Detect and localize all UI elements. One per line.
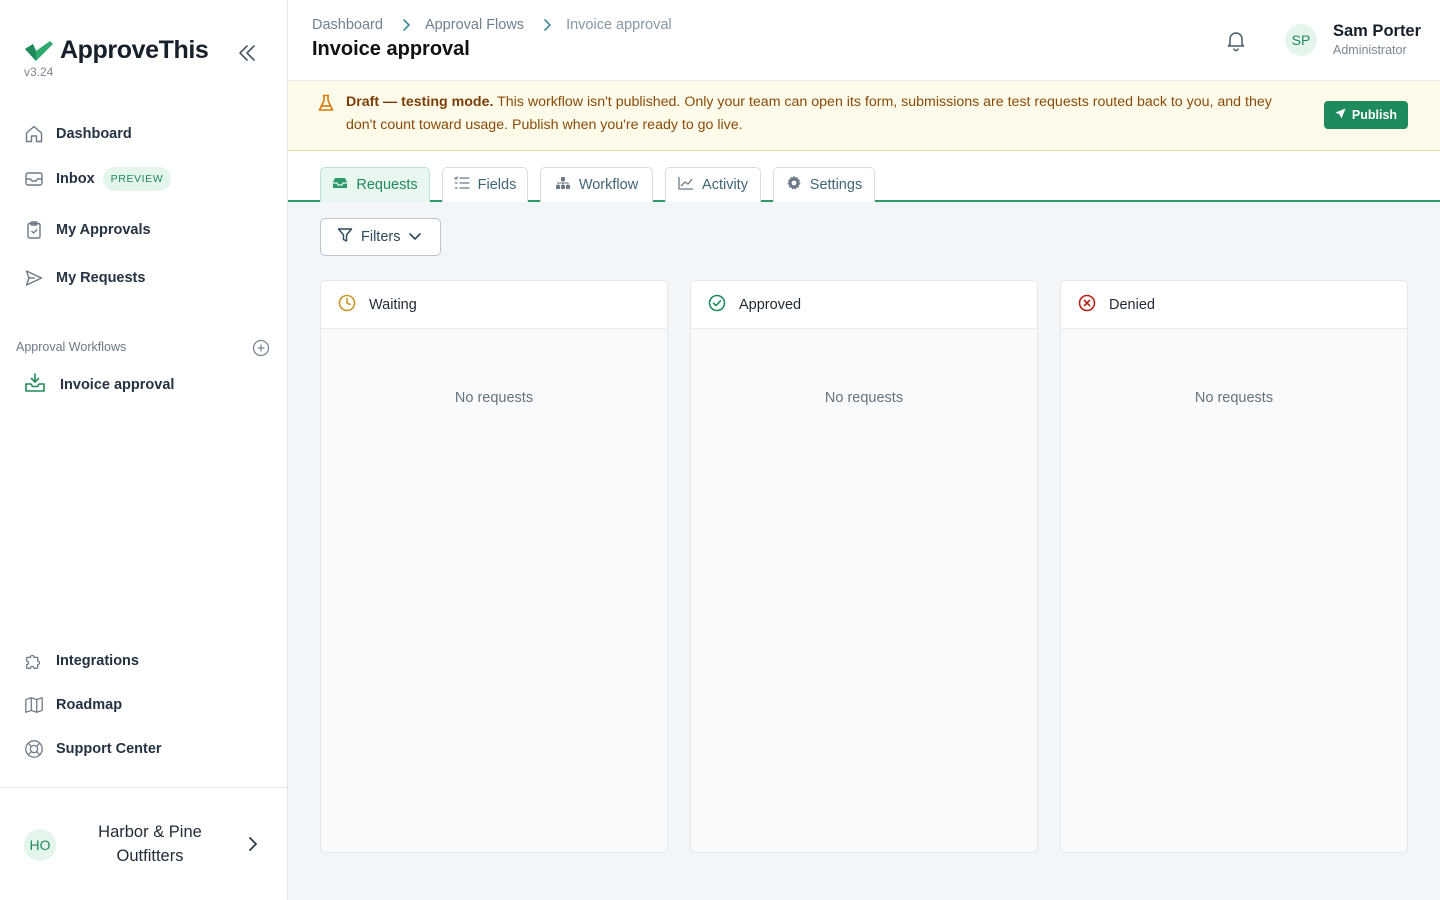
funnel-icon	[337, 227, 353, 247]
tab-label: Activity	[702, 177, 748, 193]
empty-state: No requests	[454, 390, 534, 406]
chevron-right-icon	[542, 18, 552, 32]
column-header: Approved	[691, 281, 1037, 329]
filters-button[interactable]: Filters	[320, 218, 441, 256]
add-workflow-icon[interactable]	[252, 339, 270, 357]
app-version: v3.24	[24, 65, 54, 79]
nav-roadmap[interactable]: Roadmap	[24, 695, 122, 715]
filters-label: Filters	[361, 229, 401, 245]
tab-requests[interactable]: Requests	[320, 167, 430, 202]
breadcrumb-approval-flows[interactable]: Approval Flows	[425, 17, 524, 33]
gear-icon	[786, 175, 802, 195]
preview-badge: PREVIEW	[102, 167, 172, 191]
column-title: Denied	[1109, 296, 1155, 313]
nav-integrations[interactable]: Integrations	[24, 651, 139, 671]
x-circle-icon	[1078, 294, 1096, 316]
tab-label: Settings	[809, 177, 863, 193]
send-icon	[24, 268, 44, 288]
flask-icon	[318, 94, 334, 117]
user-role: Administrator	[1333, 43, 1407, 57]
breadcrumb-current: Invoice approval	[566, 17, 672, 33]
user-name[interactable]: Sam Porter	[1333, 22, 1421, 41]
nav-label: Roadmap	[56, 697, 123, 713]
publish-button[interactable]: Publish	[1324, 101, 1408, 129]
tab-label: Fields	[477, 177, 517, 193]
approvethis-logo-icon	[24, 39, 54, 63]
brand[interactable]: ApproveThis	[24, 36, 209, 65]
nav-label: Support Center	[56, 741, 162, 757]
breadcrumb-dashboard[interactable]: Dashboard	[312, 17, 383, 33]
tab-fields[interactable]: Fields	[442, 167, 528, 202]
empty-state: No requests	[824, 390, 904, 406]
nav-label: Dashboard	[56, 126, 132, 142]
clock-icon	[338, 294, 356, 316]
nav-support-center[interactable]: Support Center	[24, 739, 162, 759]
org-name: Harbor & Pine Outfitters	[98, 823, 202, 865]
collapse-sidebar-icon[interactable]	[236, 42, 258, 64]
nav-label: My Requests	[56, 270, 146, 286]
nav-my-approvals[interactable]: My Approvals	[24, 220, 151, 240]
breadcrumb: Dashboard Approval Flows Invoice approva…	[312, 17, 672, 33]
nav-label: Inbox	[56, 171, 95, 187]
organization-switcher[interactable]: HO Harbor & Pine Outfitters	[0, 787, 287, 900]
org-avatar: HO	[24, 829, 56, 861]
tray-icon	[332, 176, 348, 194]
clipboard-check-icon	[24, 220, 44, 240]
list-checks-icon	[454, 176, 470, 194]
publish-label: Publish	[1351, 108, 1398, 122]
draft-mode-banner: Draft — testing mode. This workflow isn'…	[288, 81, 1440, 151]
sidebar: ApproveThis v3.24 Dashboard Inbox PREVIE…	[0, 0, 288, 900]
brand-name: ApproveThis	[60, 36, 209, 64]
rocket-icon	[1335, 108, 1346, 122]
user-avatar[interactable]: SP	[1285, 24, 1317, 56]
nav-inbox[interactable]: Inbox PREVIEW	[24, 167, 172, 191]
bell-icon[interactable]	[1224, 28, 1248, 52]
column-waiting: Waiting No requests	[320, 280, 668, 853]
banner-lead: Draft — testing mode.	[346, 94, 494, 110]
chevron-right-icon	[246, 836, 260, 857]
workflows-section-title: Approval Workflows	[16, 340, 127, 354]
tab-label: Workflow	[578, 177, 639, 193]
workflow-tabs: Requests Fields Workflow Activity Settin…	[288, 151, 1440, 202]
column-denied: Denied No requests	[1060, 280, 1408, 853]
nav-my-requests[interactable]: My Requests	[24, 268, 145, 288]
empty-state: No requests	[1194, 390, 1274, 406]
inbox-download-icon	[24, 372, 46, 398]
column-approved: Approved No requests	[690, 280, 1038, 853]
workflow-item-invoice-approval[interactable]: Invoice approval	[24, 372, 174, 398]
top-header: Dashboard Approval Flows Invoice approva…	[288, 0, 1440, 81]
column-title: Approved	[739, 296, 802, 313]
home-icon	[24, 124, 44, 144]
chevron-down-icon	[408, 229, 422, 245]
nav-label: Integrations	[56, 653, 139, 669]
banner-message: Draft — testing mode. This workflow isn'…	[346, 91, 1286, 137]
flow-tree-icon	[555, 176, 571, 194]
map-icon	[24, 695, 44, 715]
tab-activity[interactable]: Activity	[665, 167, 761, 202]
tab-workflow[interactable]: Workflow	[540, 167, 653, 202]
column-header: Waiting	[321, 281, 667, 329]
tab-label: Requests	[356, 177, 418, 193]
inbox-icon	[24, 169, 44, 189]
tab-settings[interactable]: Settings	[773, 167, 875, 202]
workflow-label: Invoice approval	[60, 377, 175, 393]
nav-label: My Approvals	[56, 222, 151, 238]
page-title: Invoice approval	[312, 38, 470, 60]
column-header: Denied	[1061, 281, 1407, 329]
column-title: Waiting	[369, 296, 417, 313]
puzzle-icon	[24, 651, 44, 671]
lifebuoy-icon	[24, 739, 44, 759]
chevron-right-icon	[401, 18, 411, 32]
chart-line-icon	[678, 176, 694, 194]
nav-dashboard[interactable]: Dashboard	[24, 124, 132, 144]
check-circle-icon	[708, 294, 726, 316]
